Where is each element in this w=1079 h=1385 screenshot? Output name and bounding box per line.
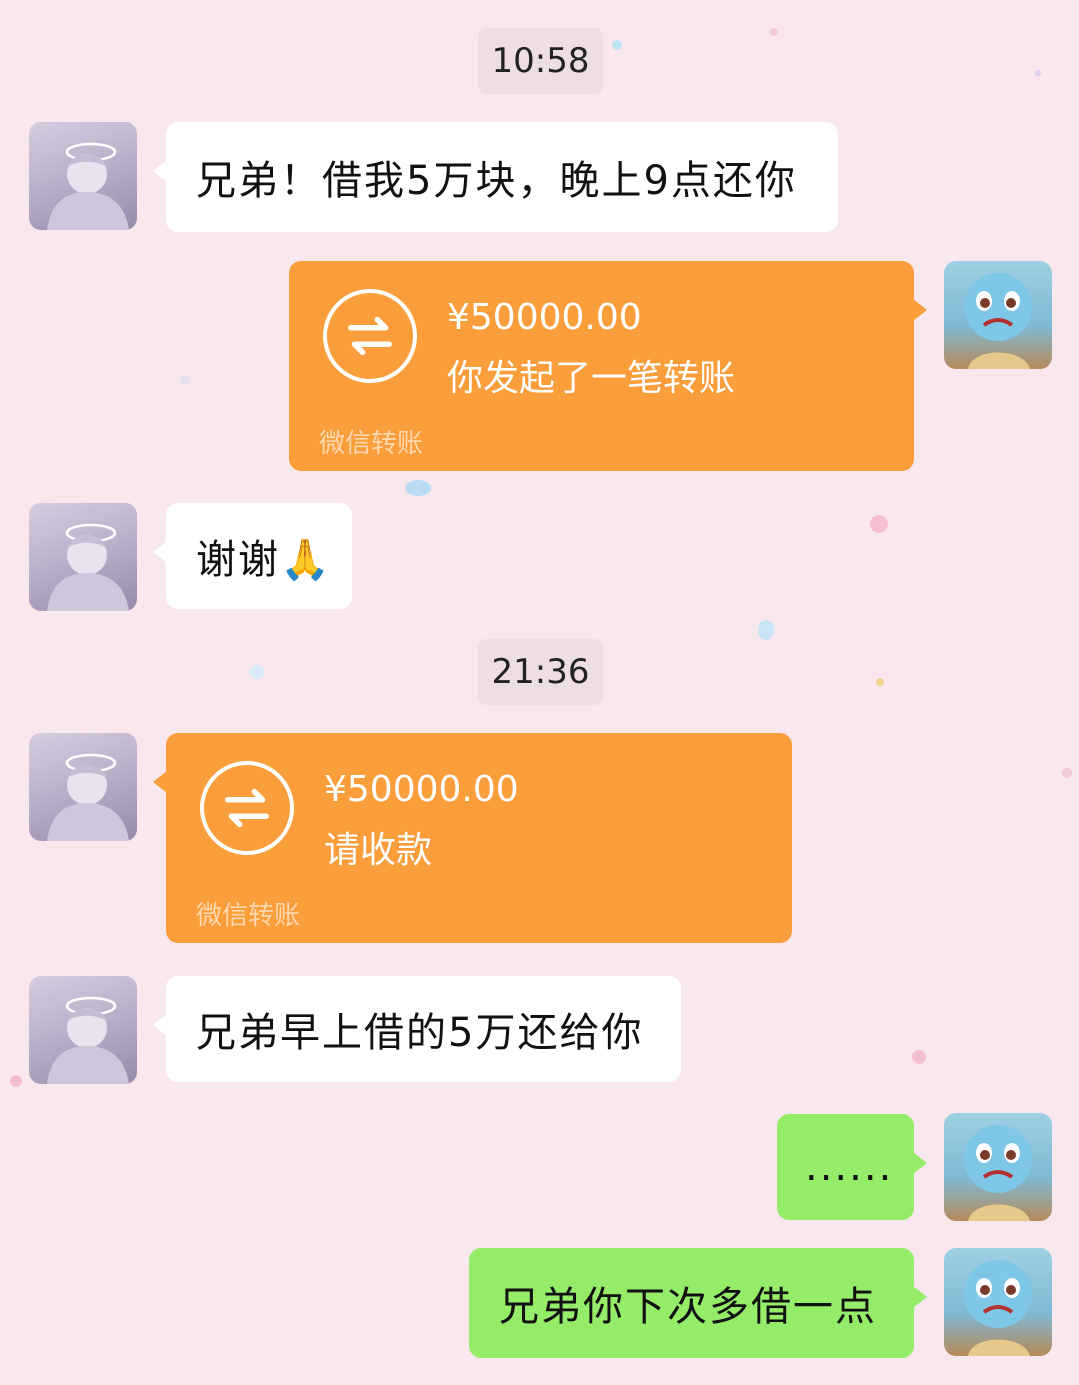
transfer-arrows-icon: [323, 289, 417, 383]
confetti-dot: [876, 678, 884, 686]
anime-girl-avatar-icon: [47, 523, 129, 611]
message-bubble-sent[interactable]: 兄弟你下次多借一点: [469, 1248, 927, 1358]
confetti-dot: [770, 28, 778, 36]
message-bubble[interactable]: 兄弟早上借的5万还给你: [153, 976, 681, 1082]
transfer-bubble-sent[interactable]: ¥50000.00 你发起了一笔转账 微信转账: [289, 261, 927, 471]
message-text: 兄弟早上借的5万还给你: [196, 1010, 644, 1056]
anime-girl-avatar-icon: [47, 753, 129, 841]
confetti-dot: [870, 515, 888, 533]
transfer-footer-label: 微信转账: [319, 429, 424, 459]
transfer-amount: ¥50000.00: [447, 297, 642, 338]
confetti-dot: [405, 480, 431, 496]
timestamp-chip: 10:58: [478, 28, 603, 94]
message-bubble-sent[interactable]: ......: [777, 1114, 927, 1220]
anime-girl-avatar-icon: [47, 142, 129, 230]
transfer-amount: ¥50000.00: [324, 769, 519, 810]
friend-avatar[interactable]: [29, 122, 137, 230]
my-avatar[interactable]: [944, 1113, 1052, 1221]
transfer-description: 请收款: [324, 830, 433, 871]
my-avatar[interactable]: [944, 1248, 1052, 1356]
anime-girl-avatar-icon: [47, 996, 129, 1084]
message-text: ......: [805, 1144, 894, 1190]
friend-avatar[interactable]: [29, 733, 137, 841]
confetti-dot: [250, 665, 264, 679]
friend-avatar[interactable]: [29, 976, 137, 1084]
message-bubble[interactable]: 谢谢🙏: [153, 503, 352, 609]
transfer-footer-label: 微信转账: [196, 901, 301, 931]
squirtle-avatar-icon: [964, 273, 1032, 369]
confetti-dot: [1062, 768, 1072, 778]
confetti-dot: [180, 375, 190, 385]
friend-avatar[interactable]: [29, 503, 137, 611]
transfer-arrows-icon: [200, 761, 294, 855]
transfer-bubble-received[interactable]: ¥50000.00 请收款 微信转账: [153, 733, 792, 943]
message-text: 兄弟！借我5万块，晚上9点还你: [196, 158, 797, 204]
my-avatar[interactable]: [944, 261, 1052, 369]
message-text: 谢谢🙏: [196, 537, 332, 583]
confetti-dot: [912, 1050, 926, 1064]
squirtle-avatar-icon: [964, 1125, 1032, 1221]
confetti-dot: [612, 40, 622, 50]
transfer-description: 你发起了一笔转账: [447, 358, 736, 399]
message-bubble[interactable]: 兄弟！借我5万块，晚上9点还你: [153, 122, 838, 232]
confetti-dot: [758, 620, 774, 640]
confetti-dot: [1035, 70, 1041, 76]
message-text: 兄弟你下次多借一点: [499, 1284, 877, 1330]
squirtle-avatar-icon: [964, 1260, 1032, 1356]
timestamp-chip: 21:36: [478, 639, 603, 705]
confetti-dot: [10, 1075, 22, 1087]
